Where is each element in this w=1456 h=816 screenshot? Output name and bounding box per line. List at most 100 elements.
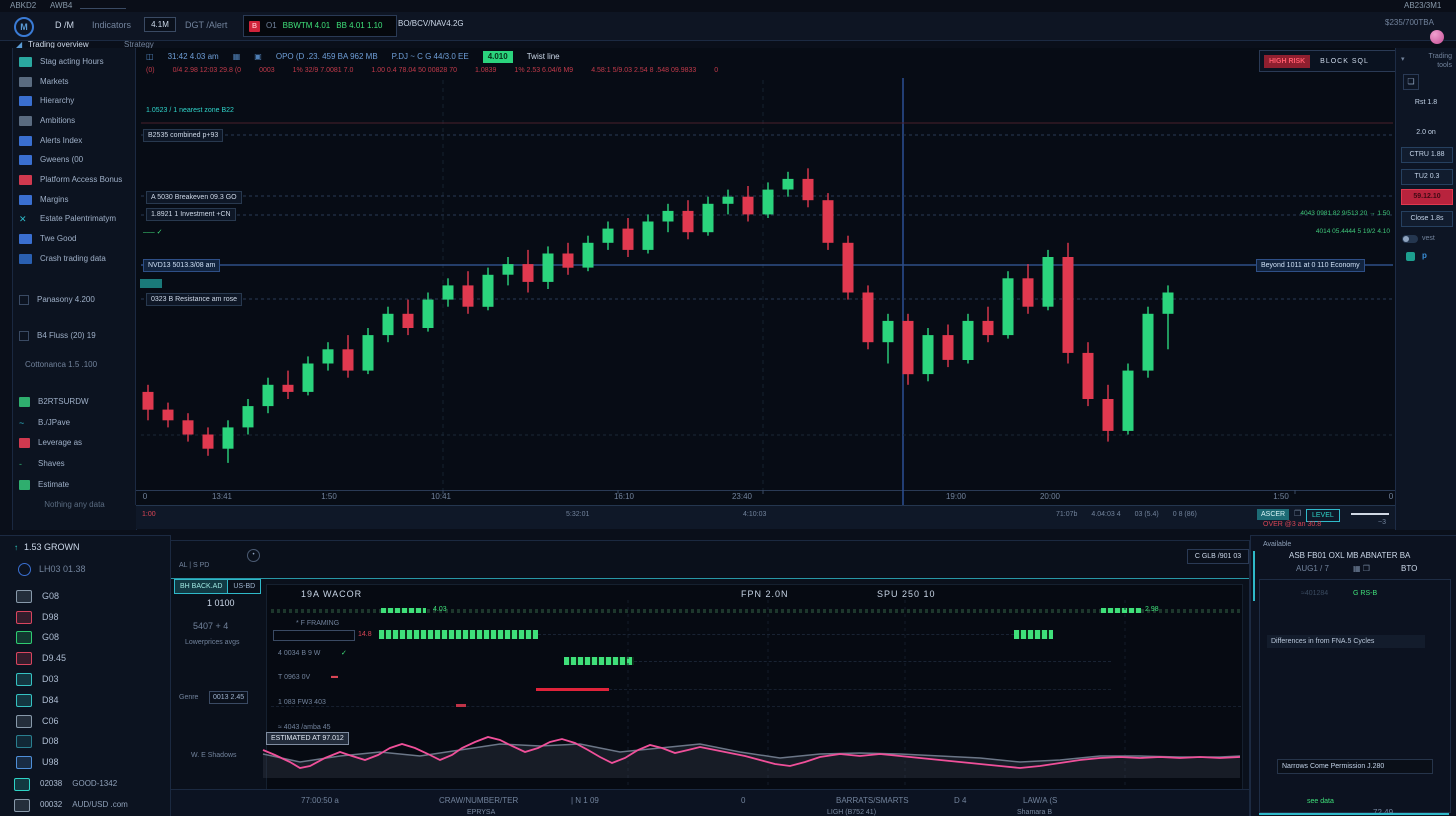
sidebar-item-4[interactable]: Alerts Index (19, 131, 133, 151)
checkbox-icon (19, 295, 29, 305)
trade-button-2[interactable]: CTRU 1.88 (1401, 147, 1453, 163)
sidebar-item-3[interactable]: Ambitions (19, 111, 133, 131)
trade-button-1[interactable]: 2.0 on (1401, 126, 1451, 140)
sidebar-tool-2[interactable]: Leverage as (19, 433, 133, 454)
watchlist-row-7[interactable]: D08 (16, 732, 164, 753)
sidebar-item-7[interactable]: Margins (19, 190, 133, 210)
toolbar-seg-4[interactable]: OPO (D .23. 459 BA 962 MB (276, 52, 378, 62)
chevron-down-icon[interactable]: ▾ (1401, 55, 1405, 64)
sidebar-check-1[interactable]: B4 Fluss (20) 19 (19, 318, 133, 354)
watchlist-row-6[interactable]: C06 (16, 711, 164, 732)
app-logo[interactable]: M (14, 17, 34, 37)
footer-item: 0 (741, 796, 745, 806)
p-icon[interactable]: p (1422, 251, 1427, 261)
toolbar-seg-3[interactable]: ▣ (254, 52, 262, 62)
window-tab-1[interactable]: ABKD2 (10, 1, 36, 10)
watchlist-row-8[interactable]: U98 (16, 752, 164, 773)
toolbar-seg-2[interactable]: ▦ (233, 52, 241, 62)
wallet-icon[interactable] (1406, 252, 1415, 261)
copy-icon[interactable]: ❏ (1403, 74, 1419, 90)
sidebar-tool-label: Shaves (38, 459, 65, 469)
watchlist-row-3[interactable]: D9.45 (16, 648, 164, 669)
toolbar-seg-5[interactable]: P.DJ ~ C G 44/3.0 EE (392, 52, 469, 62)
watchlist-row-4[interactable]: D03 (16, 669, 164, 690)
grid-copy-icons[interactable]: ▦ ❒ (1353, 564, 1370, 574)
watchlist-row-code: G08 (42, 632, 59, 643)
toolbar-seg-1[interactable]: 31:42 4.03 am (168, 52, 219, 62)
watchlist-header: ↑ 1.53 GROWN (14, 542, 80, 553)
trade-button-4[interactable]: 59.12.10 (1401, 189, 1453, 205)
watchlist-row-0[interactable]: G08 (16, 586, 164, 607)
status-tail: ~3 (1378, 518, 1386, 527)
info-line2-right: BTO (1401, 564, 1417, 574)
card-corner-button[interactable]: C GLB /901 03 (1187, 549, 1249, 564)
toolbar-red-seg-4: 1.00 0.4 78.04 50 00828 70 (371, 66, 457, 75)
block-sql-button[interactable]: BLOCK SQL (1320, 57, 1369, 66)
trade-button-5[interactable]: Close 1.8s (1401, 211, 1453, 227)
see-data-link[interactable]: see data (1307, 797, 1334, 806)
status-chip-a[interactable]: ASCER (1257, 509, 1289, 520)
sidebar-tool-3[interactable]: -Shaves (19, 454, 133, 475)
sidebar-tool-label: B2RTSURDW (38, 397, 89, 407)
card-footer: 77:00:50 a CRAW/NUMBER/TER | N 1 09 0 BA… (171, 789, 1249, 816)
toolbar-seg-0[interactable]: ◫ (146, 52, 154, 62)
vest-toggle[interactable]: vest (1402, 234, 1435, 243)
high-risk-button[interactable]: HIGH RISK (1264, 55, 1310, 68)
chart-region: ◫ 31:42 4.03 am ▦ ▣ OPO (D .23. 459 BA 962 M… (135, 48, 1396, 505)
watchlist-wide-row-0[interactable]: 02038GOOD-1342 (14, 774, 166, 795)
backtest-button[interactable]: BH BACK.AD (174, 579, 228, 594)
watchlist-row-icon (14, 799, 30, 812)
backtest-split-button[interactable]: BH BACK.AD US-BD (174, 579, 261, 594)
sidebar-item-1[interactable]: Markets (19, 72, 133, 92)
sidebar-item-icon: ✕ (19, 214, 32, 224)
sidebar-tool-4[interactable]: Estimate (19, 474, 133, 495)
rowF-label: ≈ 4043 /amba 45 (278, 723, 331, 732)
watchlist-subrow[interactable]: LH03 01.38 (18, 563, 86, 576)
footer-item: D 4 (954, 796, 966, 806)
trade-button-0[interactable]: Rst 1.8 (1401, 96, 1451, 110)
info-chip-2[interactable]: Narrows Come Permission J.280 (1277, 759, 1433, 774)
trade-button-3[interactable]: TU2 0.3 (1401, 169, 1453, 185)
alerts-menu[interactable]: DGT /Alert (185, 20, 227, 31)
sidebar-item-2[interactable]: Hierarchy (19, 91, 133, 111)
sidebar-item-6[interactable]: Platform Access Bonus (19, 170, 133, 190)
watchlist-row-5[interactable]: D84 (16, 690, 164, 711)
menu-left[interactable]: D /M (55, 20, 74, 31)
sidebar-tool-1[interactable]: ~B./JPave (19, 413, 133, 434)
info-panel: Available ASB FB01 OXL MB ABNATER BA AUG… (1250, 535, 1456, 816)
user-avatar[interactable] (1430, 30, 1444, 44)
grid-header-1: 19A WACOR (301, 589, 362, 600)
quote-box[interactable]: B O1 BBWTM 4.01 BB 4.01 1.10 (243, 15, 397, 37)
sidebar-check-0[interactable]: Panasony 4.200 (19, 282, 133, 318)
sidebar-item-label: Gweens (00 (40, 155, 83, 165)
sidebar-tool-0[interactable]: B2RTSURDW (19, 392, 133, 413)
rowB-dash-line (538, 634, 1014, 635)
window-tab-2[interactable]: AWB4 (50, 1, 72, 10)
watchlist-row-code: D98 (42, 612, 59, 623)
watchlist-wide-row-1[interactable]: 00032AUD/USD .com (14, 795, 166, 816)
rowB-label: * F FRAMING (296, 619, 339, 628)
rowA-highlight-2 (1101, 608, 1141, 613)
rowA-highlight-1 (381, 608, 426, 613)
watchlist-row-1[interactable]: D98 (16, 607, 164, 628)
chart-status-strip: 1:00 5:32:01 4:10:03 71:07b4.04:03 403 (… (136, 505, 1396, 529)
footer-item: LAW/A (S (1023, 796, 1057, 806)
usbd-button[interactable]: US-BD (228, 579, 261, 594)
footer-item: 77:00:50 a (301, 796, 339, 806)
sidebar-item-0[interactable]: Stag acting Hours (19, 52, 133, 72)
watchlist-row-2[interactable]: G08 (16, 628, 164, 649)
toolbar-seg-6[interactable]: 4.010 (483, 51, 513, 63)
info-chip-1[interactable]: Differences in from FNA.5 Cycles (1267, 635, 1425, 648)
sidebar-item-8[interactable]: ✕Estate Palentrimatym (19, 210, 133, 230)
sidebar-item-5[interactable]: Gweens (00 (19, 150, 133, 170)
sidebar-item-10[interactable]: Crash trading data (19, 249, 133, 269)
status-right-0: 71:07b (1056, 510, 1077, 519)
value-box[interactable]: 4.1M (144, 17, 176, 32)
toolbar-seg-7[interactable]: Twist line (527, 52, 560, 62)
sidebar-item-9[interactable]: Twe Good (19, 229, 133, 249)
trading-app: ABKD2 AWB4 AB23/3M1 M D /M Indicators 4.… (0, 0, 1456, 816)
sidebar-item-label: Platform Access Bonus (40, 175, 122, 185)
time-axis[interactable]: 013:411:5010:4116:1023:4019:0020:001:500 (136, 492, 1396, 504)
sidebar-item-label: Stag acting Hours (40, 57, 104, 67)
indicators-menu[interactable]: Indicators (92, 20, 131, 31)
